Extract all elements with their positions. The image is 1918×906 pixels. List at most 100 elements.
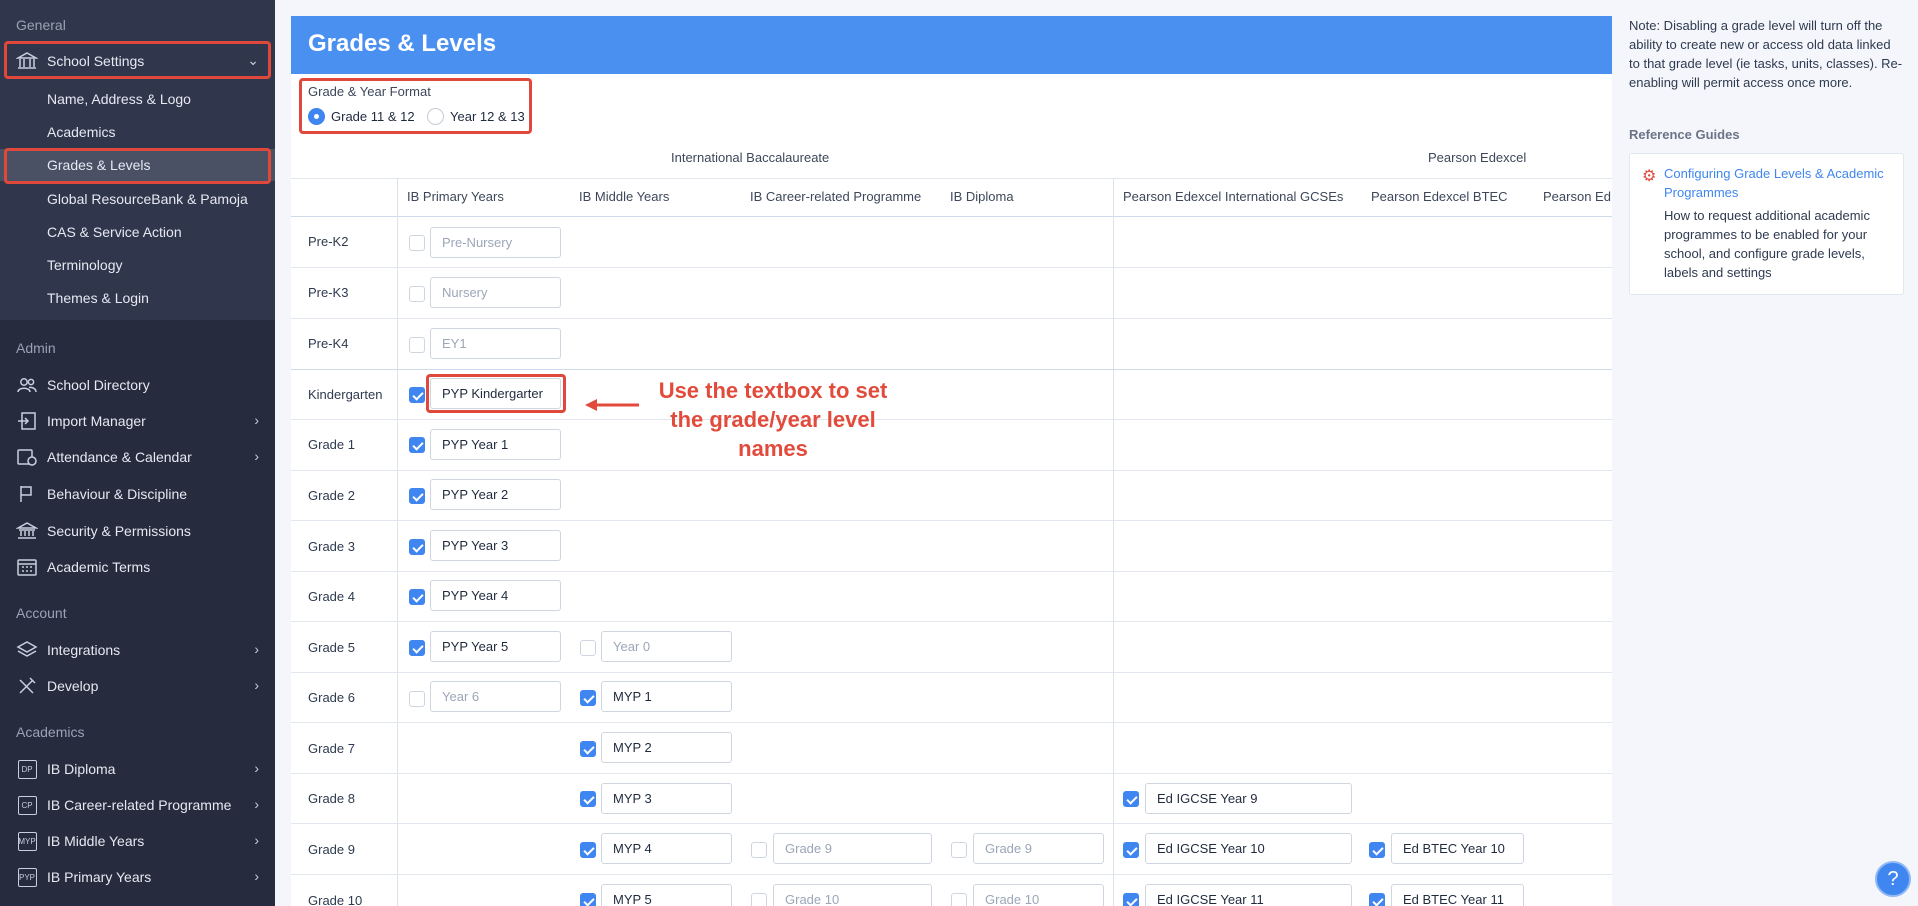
tools-icon [16,676,38,696]
row-label: Grade 2 [308,488,355,503]
grade-checkbox[interactable] [1123,791,1139,807]
grade-name-input[interactable]: Pre-Nursery [430,227,561,258]
sidebar-sub-name-address-logo[interactable]: Name, Address & Logo [0,83,275,115]
grade-checkbox[interactable] [409,337,425,353]
sidebar-item-behaviour[interactable]: Behaviour & Discipline [0,477,275,511]
grade-name-input[interactable]: Ed BTEC Year 11 [1391,884,1524,906]
sidebar-sub-academics[interactable]: Academics [0,116,275,148]
pyp-badge-icon: PYP [16,867,38,887]
sidebar-item-security[interactable]: Security & Permissions [0,514,275,548]
sidebar-sub-themes-login[interactable]: Themes & Login [0,282,275,314]
calendar-clock-icon [16,447,38,467]
chevron-right-icon: › [254,677,259,693]
col-header-pearson-other: Pearson Ed [1543,189,1611,204]
sidebar-item-ib-primary[interactable]: PYP IB Primary Years › [0,860,275,894]
grade-checkbox[interactable] [409,539,425,555]
row-label: Grade 9 [308,842,355,857]
sidebar-sub-cas[interactable]: CAS & Service Action [0,216,275,248]
sidebar-item-attendance-calendar[interactable]: Attendance & Calendar › [0,440,275,474]
row-label: Grade 7 [308,741,355,756]
grade-name-input[interactable]: Ed IGCSE Year 11 [1145,884,1352,906]
grade-name-input[interactable]: Year 0 [601,631,732,662]
sidebar-item-label: IB Middle Years [47,833,145,849]
grade-checkbox[interactable] [1123,842,1139,858]
sidebar-item-academic-terms[interactable]: Academic Terms [0,550,275,584]
row-label: Kindergarten [308,387,383,402]
grade-name-input[interactable]: Grade 10 [973,884,1104,906]
grade-checkbox[interactable] [580,741,596,757]
grade-name-input[interactable]: PYP Year 2 [430,479,561,510]
grade-checkbox[interactable] [580,791,596,807]
grade-name-input[interactable]: PYP Year 5 [430,631,561,662]
grade-checkbox[interactable] [409,640,425,656]
grade-name-input[interactable]: Nursery [430,277,561,308]
grade-name-input[interactable]: EY1 [430,328,561,359]
grade-name-input[interactable]: Ed BTEC Year 10 [1391,833,1524,864]
grade-name-input[interactable]: Grade 9 [773,833,932,864]
reference-guides-heading: Reference Guides [1629,127,1740,142]
col-header-igcse: Pearson Edexcel International GCSEs [1123,189,1344,204]
layers-icon [16,640,38,660]
grade-checkbox[interactable] [409,437,425,453]
grade-checkbox[interactable] [580,893,596,906]
grade-checkbox[interactable] [409,488,425,504]
grade-checkbox[interactable] [951,893,967,906]
grade-checkbox[interactable] [580,640,596,656]
row-label: Pre-K3 [308,285,349,300]
grade-checkbox[interactable] [409,235,425,251]
grade-name-input[interactable]: Year 6 [430,681,561,712]
grade-name-input[interactable]: Ed IGCSE Year 9 [1145,783,1352,814]
grade-checkbox[interactable] [1123,893,1139,906]
grade-checkbox[interactable] [409,589,425,605]
row-label: Pre-K2 [308,234,349,249]
grade-checkbox[interactable] [409,691,425,707]
reference-description: How to request additional academic progr… [1664,208,1870,280]
grade-name-input[interactable]: PYP Year 3 [430,530,561,561]
sidebar-sub-resourcebank[interactable]: Global ResourceBank & Pamoja [0,183,275,215]
help-button[interactable]: ? [1875,861,1911,897]
sidebar-item-ib-diploma[interactable]: DP IB Diploma › [0,752,275,786]
cp-badge-icon: CP [16,795,38,815]
grade-name-input[interactable]: Grade 9 [973,833,1104,864]
page-title: Grades & Levels [308,30,497,57]
grade-name-input[interactable]: MYP 4 [601,833,732,864]
section-admin: Admin [16,340,56,356]
section-academics: Academics [16,724,85,740]
grade-checkbox[interactable] [580,690,596,706]
myp-badge-icon: MYP [16,831,38,851]
grade-name-input[interactable]: MYP 2 [601,732,732,763]
chevron-right-icon: › [254,796,259,812]
sidebar-item-label: Academic Terms [47,559,151,575]
sidebar-sub-terminology[interactable]: Terminology [0,249,275,281]
grade-checkbox[interactable] [751,893,767,906]
grade-checkbox[interactable] [409,286,425,302]
sidebar-item-ib-career[interactable]: CP IB Career-related Programme › [0,788,275,822]
sidebar-item-label: Integrations [47,642,121,658]
row-label: Pre-K4 [308,336,349,351]
dp-badge-icon: DP [16,759,38,779]
grade-checkbox[interactable] [409,387,425,403]
grade-checkbox[interactable] [951,842,967,858]
grade-checkbox[interactable] [1369,842,1385,858]
grade-name-input[interactable]: Grade 10 [773,884,932,906]
grade-name-input[interactable]: MYP 5 [601,884,732,906]
reference-link[interactable]: Configuring Grade Levels & Academic Prog… [1664,164,1889,202]
grade-name-input[interactable]: MYP 3 [601,783,732,814]
sidebar-item-school-directory[interactable]: School Directory [0,368,275,402]
grade-checkbox[interactable] [580,842,596,858]
chevron-right-icon: › [254,448,259,464]
group-header-ib: International Baccalaureate [671,150,830,165]
sidebar-item-ib-middle[interactable]: MYP IB Middle Years › [0,824,275,858]
sidebar-item-develop[interactable]: Develop › [0,669,275,703]
sidebar-item-import-manager[interactable]: Import Manager › [0,404,275,438]
sidebar-item-label: IB Career-related Programme [47,797,232,813]
grade-checkbox[interactable] [1369,893,1385,906]
people-icon [16,375,38,395]
sidebar: General School Settings ⌄ Name, Address … [0,0,275,906]
grade-name-input[interactable]: MYP 1 [601,681,732,712]
grade-checkbox[interactable] [751,842,767,858]
grade-name-input[interactable]: PYP Year 1 [430,429,561,460]
sidebar-item-integrations[interactable]: Integrations › [0,633,275,667]
grade-name-input[interactable]: PYP Year 4 [430,580,561,611]
grade-name-input[interactable]: Ed IGCSE Year 10 [1145,833,1352,864]
